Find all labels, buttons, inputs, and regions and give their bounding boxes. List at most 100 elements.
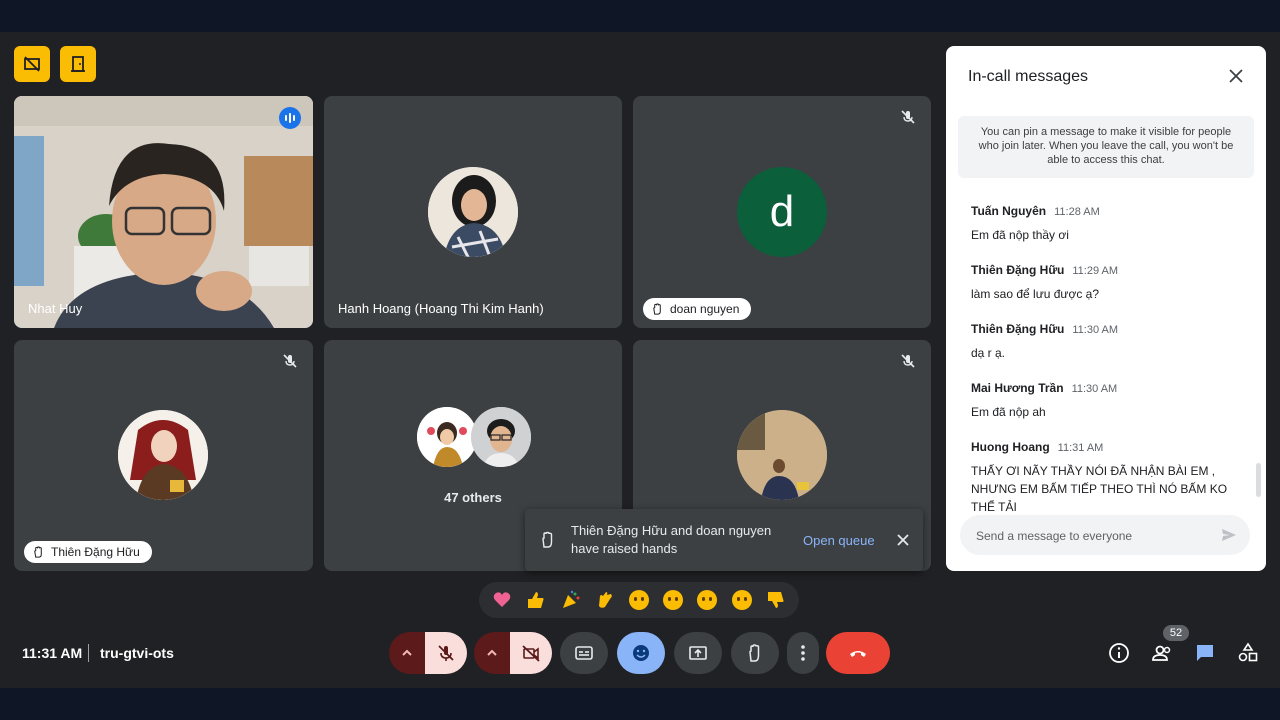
- mic-options-button[interactable]: [389, 632, 425, 674]
- leave-call-icon: [850, 651, 866, 657]
- meeting-info-icon[interactable]: [1108, 642, 1130, 664]
- avatar: [428, 167, 518, 257]
- message-list: Tuấn Nguyên 11:28 AM Em đã nộp thầy ơi Th…: [971, 202, 1246, 533]
- chevron-up-icon: [487, 649, 497, 656]
- activities-icon[interactable]: [1237, 642, 1259, 664]
- clapping-hands-icon[interactable]: [592, 587, 618, 613]
- message-text: làm sao để lưu được ạ?: [971, 287, 1099, 301]
- face-glyph: [663, 590, 684, 610]
- participant-tile-thien-dang-huu[interactable]: Thiên Đặng Hữu: [14, 340, 313, 571]
- message-time: 11:31 AM: [1057, 442, 1104, 454]
- chat-message: Mai Hương Trần 11:30 AM Em đã nộp ah: [971, 379, 1246, 421]
- surprised-icon[interactable]: [660, 587, 686, 613]
- raised-hand-icon: [34, 545, 42, 558]
- face-glyph: [628, 590, 649, 610]
- chat-message: Huong Hoang 11:31 AM THẤY ƠI NÃY THẦY NÓI…: [971, 438, 1246, 516]
- bottom-band: [0, 688, 1280, 720]
- camera-toggle-button[interactable]: [510, 632, 552, 674]
- party-popper-icon[interactable]: [558, 587, 584, 613]
- chat-message: Thiên Đặng Hữu 11:30 AM dạ r ạ.: [971, 320, 1246, 362]
- people-icon[interactable]: [1151, 642, 1173, 664]
- present-icon: [689, 646, 707, 660]
- mic-off-icon: [438, 645, 454, 661]
- participant-tile-hanh-hoang[interactable]: Hanh Hoang (Hoang Thi Kim Hanh): [324, 96, 622, 328]
- sad-icon[interactable]: [694, 587, 720, 613]
- message-time: 11:30 AM: [1071, 383, 1118, 395]
- camera-options-button[interactable]: [474, 632, 510, 674]
- avatar: [737, 410, 827, 500]
- message-text: dạ r ạ.: [971, 346, 1006, 360]
- leave-call-button[interactable]: [826, 632, 890, 674]
- captions-button[interactable]: [560, 632, 608, 674]
- avatar-initial: d: [769, 187, 795, 236]
- message-text: THẤY ƠI NÃY THẦY NÓI ĐÃ NHẬN BÀI EM , NH…: [971, 464, 1228, 514]
- message-time: 11:29 AM: [1072, 265, 1119, 277]
- door-button[interactable]: [60, 46, 96, 82]
- thumbs-down-icon[interactable]: [763, 587, 789, 613]
- thinking-icon[interactable]: [729, 587, 755, 613]
- thumbs-down-icon-glyph: [767, 592, 784, 608]
- reaction-bar: [479, 582, 799, 618]
- participant-name: Hanh Hoang (Hoang Thi Kim Hanh): [338, 301, 544, 316]
- sparkling-heart-icon[interactable]: [489, 587, 515, 613]
- mic-off-icon: [901, 110, 915, 124]
- participant-tile-nhat-huy[interactable]: Nhat Huy: [14, 96, 313, 328]
- avatar-photo: [417, 407, 477, 467]
- door-icon: [71, 56, 85, 72]
- chevron-up-icon: [402, 649, 412, 656]
- meeting-time: 11:31 AM: [22, 645, 83, 661]
- chat-panel-title: In-call messages: [968, 68, 1089, 85]
- participant-name: doan nguyen: [670, 302, 740, 316]
- others-count: 47 others: [444, 490, 502, 505]
- message-text: Em đã nộp thầy ơi: [971, 228, 1069, 242]
- top-band: [0, 0, 1280, 32]
- chat-panel: In-call messages You can pin a message t…: [946, 46, 1266, 571]
- avatar-photo: [428, 167, 518, 257]
- raise-hand-button[interactable]: [731, 632, 779, 674]
- chat-message: Thiên Đặng Hữu 11:29 AM làm sao để lưu đư…: [971, 261, 1246, 303]
- audio-level-icon: [285, 113, 295, 123]
- tears-of-joy-icon[interactable]: [626, 587, 652, 613]
- notification-text: Thiên Đặng Hữu and doan nguyen have rais…: [571, 523, 772, 556]
- host-controls-icon: [24, 56, 40, 72]
- mic-toggle-button[interactable]: [425, 632, 467, 674]
- thumbs-up-icon[interactable]: [523, 587, 549, 613]
- raised-hand-icon: [653, 302, 661, 315]
- people-count-badge: 52: [1163, 625, 1189, 641]
- close-icon[interactable]: [1228, 68, 1244, 84]
- participant-video: [14, 96, 313, 328]
- chat-scrollbar[interactable]: [1256, 463, 1261, 497]
- raised-hands-notification: Thiên Đặng Hữu and doan nguyen have rais…: [525, 509, 923, 571]
- more-vert-icon: [801, 645, 805, 661]
- chat-icon[interactable]: [1194, 642, 1216, 664]
- mic-off-icon: [283, 354, 297, 368]
- open-queue-link[interactable]: Open queue: [803, 533, 875, 548]
- raise-hand-icon: [749, 644, 760, 662]
- mic-off-icon: [901, 354, 915, 368]
- raised-hand-icon: [542, 531, 553, 548]
- chat-input-container: [960, 515, 1250, 557]
- emoji-button[interactable]: [617, 632, 665, 674]
- message-sender: Huong Hoang: [971, 440, 1050, 454]
- host-controls-button[interactable]: [14, 46, 50, 82]
- party-popper-icon-glyph: [562, 590, 580, 608]
- participant-tile-doan-nguyen[interactable]: d doan nguyen: [633, 96, 931, 328]
- avatar-photo: [737, 410, 827, 500]
- present-button[interactable]: [674, 632, 722, 674]
- raised-hand-name-pill: Thiên Đặng Hữu: [24, 541, 152, 563]
- meeting-code: tru-gtvi-ots: [100, 645, 174, 661]
- thumbs-up-icon-glyph: [528, 592, 544, 608]
- captions-icon: [575, 646, 593, 660]
- emoji-icon: [633, 645, 649, 661]
- more-options-button[interactable]: [787, 632, 819, 674]
- message-sender: Thiên Đặng Hữu: [971, 322, 1065, 336]
- raised-hand-name-pill: doan nguyen: [643, 298, 752, 320]
- message-time: 11:30 AM: [1072, 324, 1119, 336]
- close-icon[interactable]: [895, 532, 911, 548]
- send-icon[interactable]: [1220, 526, 1238, 544]
- pin-info-text: You can pin a message to make it visible…: [958, 116, 1254, 178]
- speaking-indicator: [279, 107, 301, 129]
- camera-off-icon: [522, 645, 540, 662]
- chat-message-input[interactable]: [974, 515, 1218, 557]
- message-sender: Tuấn Nguyên: [971, 204, 1047, 218]
